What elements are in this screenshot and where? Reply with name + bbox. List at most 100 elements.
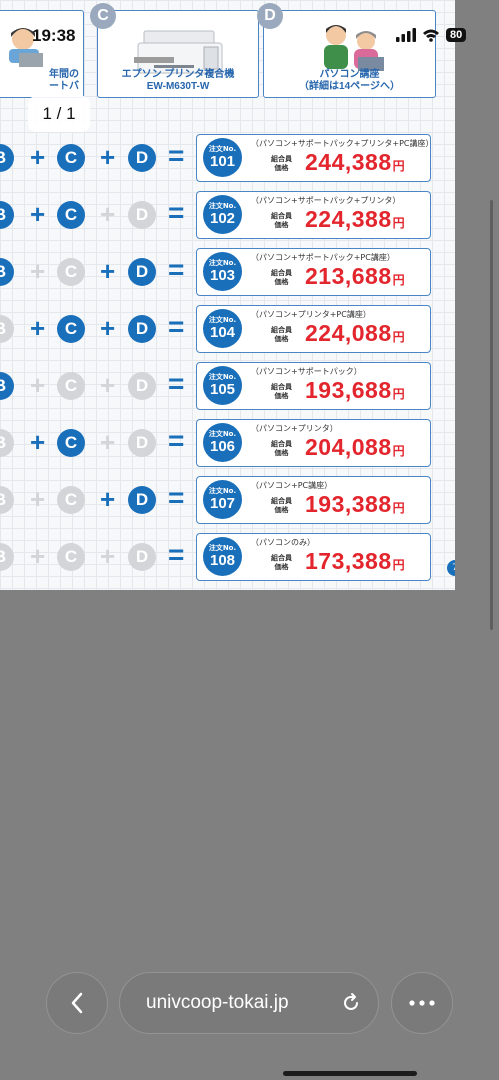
option-c-circle: C (57, 486, 85, 514)
order-row-107: B + C + D = 注文No. 107 （パソコン+PC講座） 組合員 価格… (0, 476, 455, 524)
order-number-badge: 注文No. 107 (203, 480, 242, 519)
back-button[interactable] (46, 972, 108, 1034)
option-d-circle: D (128, 201, 156, 229)
price-label-line1: 組合員 (271, 383, 292, 391)
yen-unit: 円 (392, 159, 406, 173)
option-d-circle: D (128, 543, 156, 571)
document-page: 年間の ートバ C エプソン プリンタ複合機 EW-M630T-W D パソコン… (0, 0, 455, 590)
plus-sign: + (100, 541, 116, 571)
order-badge-label: 注文No. (208, 544, 237, 552)
member-price-label: 組合員 価格 (271, 212, 292, 230)
home-indicator (283, 1071, 417, 1076)
plus-sign: + (100, 313, 116, 343)
card-d-caption-line1: パソコン講座 (319, 69, 380, 80)
order-description: （パソコン+プリンタ） (251, 424, 338, 433)
order-price: 224,388円 (305, 206, 405, 233)
yen-unit: 円 (392, 501, 406, 515)
member-price-label: 組合員 価格 (271, 497, 292, 515)
order-description: （パソコン+サポートパック+プリンタ） (251, 196, 401, 205)
option-c-circle: C (57, 258, 85, 286)
order-price: 173,388円 (305, 548, 405, 575)
option-card-a: 年間の ートバ (0, 10, 84, 98)
option-b-circle: B (0, 144, 14, 172)
plus-sign: + (30, 199, 46, 229)
order-badge-label: 注文No. (208, 316, 237, 324)
order-row-104: B + C + D = 注文No. 104 （パソコン+プリンタ+PC講座） 組… (0, 305, 455, 353)
price-label-line2: 価格 (274, 278, 289, 286)
order-number: 108 (209, 552, 236, 569)
option-d-circle: D (128, 486, 156, 514)
plus-sign: + (100, 199, 116, 229)
price-label-line1: 組合員 (271, 554, 292, 562)
reload-icon[interactable] (340, 992, 362, 1014)
equals-sign: = (168, 368, 185, 399)
card-c-caption: エプソン プリンタ複合機 EW-M630T-W (98, 69, 258, 93)
plus-sign: + (100, 427, 116, 457)
option-c-circle: C (57, 201, 85, 229)
plus-sign: + (100, 484, 116, 514)
order-number: 105 (209, 381, 236, 398)
option-b-circle: B (0, 315, 14, 343)
card-c-caption-line1: エプソン プリンタ複合機 (121, 69, 235, 80)
member-price-label: 組合員 価格 (271, 554, 292, 572)
order-description: （パソコン+PC講座） (251, 481, 333, 490)
option-c-circle: C (57, 429, 85, 457)
url-text: univcoop-tokai.jp (146, 992, 289, 1013)
card-c-caption-line2: EW-M630T-W (146, 81, 210, 92)
price-label-line1: 組合員 (271, 212, 292, 220)
order-price-value: 173,388 (305, 548, 392, 574)
equals-sign: = (168, 311, 185, 342)
equals-sign: = (168, 140, 185, 171)
price-label-line1: 組合員 (271, 440, 292, 448)
price-label-line2: 価格 (274, 506, 289, 514)
option-b-circle: B (0, 486, 14, 514)
order-row-103: B + C + D = 注文No. 103 （パソコン+サポートパック+PC講座… (0, 248, 455, 296)
member-price-label: 組合員 価格 (271, 269, 292, 287)
option-d-circle: D (128, 429, 156, 457)
wifi-icon (423, 29, 439, 42)
address-bar[interactable]: univcoop-tokai.jp (119, 972, 379, 1034)
equals-sign: = (168, 482, 185, 513)
option-b-circle: B (0, 543, 14, 571)
order-price-value: 224,388 (305, 206, 392, 232)
order-badge-label: 注文No. (208, 373, 237, 381)
order-price-value: 244,388 (305, 149, 392, 175)
yen-unit: 円 (392, 558, 406, 572)
card-a-caption: 年間の ートバ (0, 69, 79, 93)
order-description: （パソコン+サポートパック+PC講座） (251, 253, 395, 262)
card-a-caption-line2: ートバ (49, 81, 79, 92)
plus-sign: + (30, 427, 46, 457)
page-indicator: 1 / 1 (28, 96, 90, 132)
order-description: （パソコン+サポートパック） (251, 367, 362, 376)
plus-sign: + (30, 541, 46, 571)
order-description: （パソコンのみ） (251, 538, 315, 547)
option-b-circle: B (0, 429, 14, 457)
equals-sign: = (168, 254, 185, 285)
price-label-line2: 価格 (274, 221, 289, 229)
order-badge-label: 注文No. (208, 430, 237, 438)
chevron-left-icon (71, 992, 83, 1014)
order-price-value: 224,088 (305, 320, 392, 346)
order-price-value: 204,088 (305, 434, 392, 460)
order-price: 193,688円 (305, 377, 405, 404)
price-label-line1: 組合員 (271, 326, 292, 334)
plus-sign: + (30, 484, 46, 514)
price-label-line2: 価格 (274, 563, 289, 571)
order-badge-label: 注文No. (208, 487, 237, 495)
order-description: （パソコン+プリンタ+PC講座） (251, 310, 371, 319)
member-price-label: 組合員 価格 (271, 383, 292, 401)
scrollbar[interactable] (490, 200, 493, 630)
order-description: （パソコン+サポートパック+プリンタ+PC講座） (251, 139, 434, 148)
order-box: 注文No. 105 （パソコン+サポートパック） 組合員 価格 193,688円 (196, 362, 431, 410)
battery-indicator: 80 (446, 28, 467, 42)
order-box: 注文No. 103 （パソコン+サポートパック+PC講座） 組合員 価格 213… (196, 248, 431, 296)
option-d-circle: D (128, 315, 156, 343)
card-d-letter: D (257, 3, 283, 29)
equals-sign: = (168, 539, 185, 570)
option-card-d: D パソコン講座 （詳細は14ページへ） (257, 3, 436, 98)
order-badge-label: 注文No. (208, 145, 237, 153)
plus-sign: + (30, 142, 46, 172)
option-b-circle: B (0, 201, 14, 229)
order-number-badge: 注文No. 104 (203, 309, 242, 348)
more-button[interactable] (391, 972, 453, 1034)
